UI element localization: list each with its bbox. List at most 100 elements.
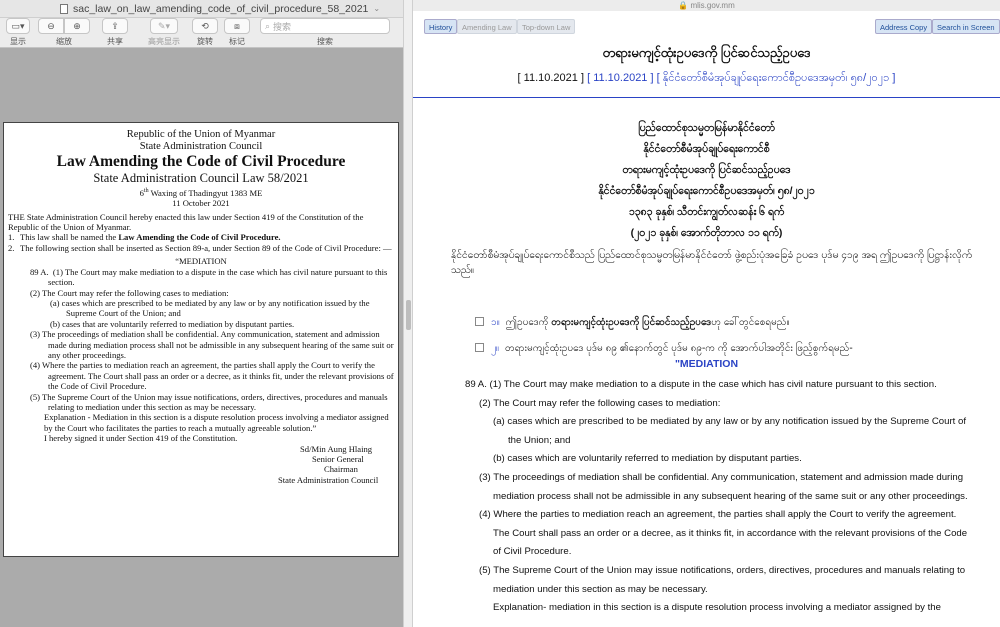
sidebar-toggle-icon[interactable]: ▭▾ <box>6 18 30 34</box>
doc-sig3: Chairman <box>324 464 358 475</box>
search-in-screen-button[interactable]: Search in Screen <box>932 19 1000 34</box>
header-line: နိုင်ငံတော်စီမံအုပ်ချုပ်ရေးကောင်စီဥပဒေအမ… <box>598 185 815 197</box>
search-placeholder: 搜索 <box>273 21 292 32</box>
english-text: 89 A. (1) The Court may make mediation t… <box>465 376 995 618</box>
amending-law-button[interactable]: Amending Law <box>457 19 517 34</box>
section-2-checkbox[interactable] <box>475 343 484 352</box>
doc-subtitle: State Administration Council Law 58/2021 <box>93 171 309 185</box>
law-number-link[interactable]: [ နိုင်ငံတော်စီမံအုပ်ချုပ်ရေးကောင်စီဥပဒေ… <box>657 72 896 84</box>
header-line: ပြည်ထောင်စုသမ္မတမြန်မာနိုင်ငံတော် <box>637 122 775 134</box>
date-link[interactable]: [ 11.10.2021 ] <box>587 72 653 84</box>
url-bar[interactable]: 🔒 mlis.gov.mm <box>413 0 1000 11</box>
share-icon[interactable]: ⇪ <box>102 18 128 34</box>
search-icon: ⌕ <box>265 20 271 31</box>
section-2-number: ၂။ <box>491 343 499 354</box>
markup-group[interactable]: ⧈ 标记 <box>224 18 250 48</box>
doc-republic: Republic of the Union of Myanmar <box>126 129 276 140</box>
english-line: (3) The proceedings of mediation shall b… <box>479 471 964 483</box>
section-1-number: ၁။ <box>491 317 500 328</box>
markup-label: 标记 <box>229 37 245 46</box>
rotate-icon[interactable]: ⟲ <box>192 18 218 34</box>
chevron-down-icon[interactable]: ⌄ <box>373 4 380 13</box>
document-icon <box>60 3 68 14</box>
section-2: ၂။ တရားမကျင့်ထုံးဥပဒေ ပုဒ်မ ၈၉ ၏နောက်တွင်… <box>491 343 853 354</box>
header-line: (၂၀၂၁ ခုနှစ်၊ အောက်တိုဘာလ ၁၁ ရက်) <box>630 227 783 239</box>
pdf-page: Republic of the Union of Myanmar State A… <box>3 122 399 557</box>
english-line: mediation process shall not be admissibl… <box>493 490 968 502</box>
doc-waxing: 6th Waxing of Thadingyut 1383 ME <box>139 187 263 198</box>
myanmar-header: ပြည်ထောင်စုသမ္မတမြန်မာနိုင်ငံတော် နိုင်င… <box>413 118 1000 244</box>
zoom-in-icon[interactable]: ⊕ <box>64 18 90 34</box>
viewer-toolbar: ▭▾ 显示 ⊖ ⊕ 缩放 ⇪ 共享 ✎▾ 高亮显示 ⟲ 旋转 ⧈ 标记 ⌕ 搜索… <box>0 18 403 48</box>
zoom-out-icon[interactable]: ⊖ <box>38 18 64 34</box>
doc-89a-1: 89 A. (1) The Court may make mediation t… <box>30 266 388 288</box>
search-label: 搜索 <box>317 37 333 46</box>
section-1-checkbox[interactable] <box>475 317 484 326</box>
english-line: the Union; and <box>508 434 571 446</box>
header-line: တရားမကျင့်ထုံးဥပဒေကို ပြင်ဆင်သည့်ဥပဒေ <box>622 164 791 176</box>
display-label: 显示 <box>10 37 26 46</box>
url-text: mlis.gov.mm <box>690 1 735 10</box>
english-line: (a) cases which are prescribed to be med… <box>493 416 967 428</box>
pdf-viewer-window: sac_law_on_law_amending_code_of_civil_pr… <box>0 0 403 627</box>
highlight-pen-icon[interactable]: ✎▾ <box>150 18 178 34</box>
zoom-group[interactable]: ⊖ ⊕ 缩放 <box>38 18 90 48</box>
mediation-heading: "MEDIATION <box>674 358 739 370</box>
doc-council: State Administration Council <box>139 141 263 152</box>
doc-89a-5: (5) The Supreme Court of the Union may i… <box>30 391 388 412</box>
english-line: (2) The Court may refer the following ca… <box>479 397 721 409</box>
english-line: Explanation- mediation in this section i… <box>493 602 941 614</box>
toolbox-icon[interactable]: ⧈ <box>224 18 250 34</box>
highlight-group[interactable]: ✎▾ 高亮显示 <box>148 18 180 48</box>
law-title: တရားမကျင့်ထုံးဥပဒေကို ပြင်ဆင်သည့်ဥပဒေ <box>602 45 811 60</box>
doc-mediation-heading: “MEDIATION <box>175 256 227 267</box>
highlight-label: 高亮显示 <box>148 37 180 46</box>
english-line: (b) cases which are voluntarily referred… <box>493 453 802 465</box>
window-titlebar[interactable]: sac_law_on_law_amending_code_of_civil_pr… <box>0 0 403 18</box>
divider-handle[interactable] <box>406 300 411 330</box>
english-line: mediation under this section as may be n… <box>493 583 708 595</box>
english-line: The Court shall pass an order or a decre… <box>493 527 968 539</box>
rotate-group[interactable]: ⟲ 旋转 <box>192 18 218 48</box>
english-line: of Civil Procedure. <box>493 546 572 558</box>
display-group[interactable]: ▭▾ 显示 <box>6 18 30 48</box>
doc-sig2: Senior General <box>312 454 364 465</box>
share-label: 共享 <box>107 37 123 46</box>
search-group[interactable]: ⌕ 搜索 搜索 <box>260 18 390 48</box>
doc-item1: 1. This law shall be named the Law Amendi… <box>8 232 281 243</box>
browser-window: 🔒 mlis.gov.mm History Amending Law Top-d… <box>413 0 1000 627</box>
doc-item2: 2. The following section shall be inserte… <box>8 242 392 253</box>
doc-title: Law Amending the Code of Civil Procedure <box>56 153 346 170</box>
share-group[interactable]: ⇪ 共享 <box>102 18 128 48</box>
split-divider[interactable] <box>403 0 413 627</box>
search-input[interactable]: ⌕ 搜索 <box>260 18 390 34</box>
top-down-law-button[interactable]: Top-down Law <box>517 19 576 34</box>
doc-89a-2b: (b) cases that are voluntarily referred … <box>50 318 295 329</box>
history-button[interactable]: History <box>424 19 458 34</box>
header-divider <box>413 97 1000 98</box>
doc-sig1: Sd/Min Aung Hlaing <box>300 443 373 454</box>
doc-89a-3: (3) The proceedings of mediation shall b… <box>30 329 394 360</box>
doc-explanation: Explanation - Mediation in this section … <box>44 412 389 433</box>
zoom-label: 缩放 <box>56 37 72 46</box>
doc-89a-2: (2) The Court may refer the following ca… <box>30 287 229 298</box>
section-1: ၁။ ဤဥပဒေကို တရားမကျင့်ထုံးဥပဒေကို ပြင်ဆင်… <box>491 317 790 328</box>
doc-89a-4: (4) Where the parties to mediation reach… <box>30 360 394 392</box>
doc-sig4: State Administration Council <box>278 474 379 485</box>
lock-icon: 🔒 <box>678 1 689 10</box>
doc-signed: I hereby signed it under Section 419 of … <box>44 433 238 444</box>
address-copy-button[interactable]: Address Copy <box>875 19 933 34</box>
window-title: sac_law_on_law_amending_code_of_civil_pr… <box>73 2 369 15</box>
preamble: နိုင်ငံတော်စီမံအုပ်ချုပ်ရေးကောင်စီသည် ပြ… <box>451 250 972 276</box>
english-line: 89 A. (1) The Court may make mediation t… <box>465 379 937 390</box>
english-line: (5) The Supreme Court of the Union may i… <box>479 564 966 576</box>
law-date-line: [ 11.10.2021 ] [ 11.10.2021 ] [ နိုင်ငံတ… <box>413 71 1000 87</box>
doc-89a-2a: (a) cases which are prescribed to be med… <box>50 297 370 319</box>
doc-enact: THE State Administration Council hereby … <box>8 211 364 233</box>
header-line: နိုင်ငံတော်စီမံအုပ်ချုပ်ရေးကောင်စီ <box>643 143 770 155</box>
english-line: (4) Where the parties to mediation reach… <box>479 509 957 521</box>
enacted-date: [ 11.10.2021 ] <box>517 72 585 84</box>
header-line: ၁၃၈၃ ခုနှစ်၊ သီတင်းကျွတ်လဆန်း ၆ ရက် <box>628 206 785 218</box>
rotate-label: 旋转 <box>197 37 213 46</box>
law-toolbar: History Amending Law Top-down Law Addres… <box>413 11 1000 43</box>
